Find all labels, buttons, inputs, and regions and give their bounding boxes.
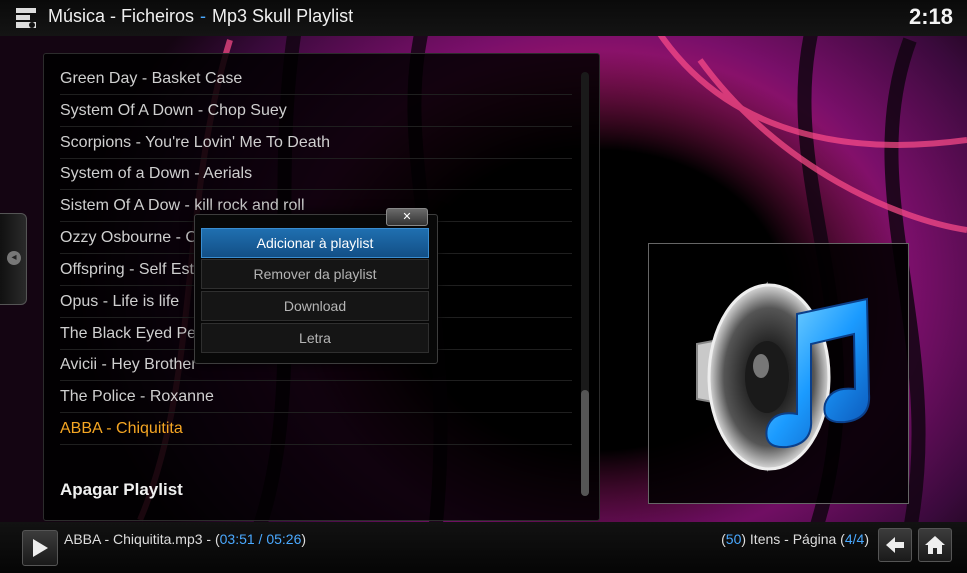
list-item[interactable]: Scorpions - You're Lovin' Me To Death [60, 127, 572, 159]
clear-playlist-button[interactable]: Apagar Playlist [60, 480, 183, 500]
download-button[interactable]: Download [201, 291, 429, 321]
now-playing-filename: ABBA - Chiquitita.mp3 - ( [64, 531, 220, 547]
time-separator: / [254, 531, 267, 547]
breadcrumb: Música - Ficheiros - Mp3 Skull Playlist [48, 6, 353, 27]
list-item-now-playing[interactable]: ABBA - Chiquitita [60, 413, 572, 445]
album-thumbnail [648, 243, 909, 504]
list-item[interactable]: Green Day - Basket Case [60, 63, 572, 95]
list-item[interactable]: System Of A Down - Chop Suey [60, 95, 572, 127]
item-count-info: (50) Itens - Página (4/4) [721, 531, 869, 547]
home-button[interactable] [918, 528, 952, 562]
scrollbar[interactable] [581, 72, 589, 496]
clock: 2:18 [908, 4, 953, 29]
header-bar: Música - Ficheiros - Mp3 Skull Playlist 2:… [0, 0, 967, 36]
now-playing-info: ABBA - Chiquitita.mp3 - (03:51 / 05:26) [64, 531, 306, 547]
add-to-playlist-button[interactable]: Adicionar à playlist [201, 228, 429, 258]
count-label: ) Itens - Página ( [741, 531, 845, 547]
play-button[interactable] [22, 530, 58, 566]
back-arrow-icon [886, 537, 904, 553]
side-menu-arrow-icon: ◂ [7, 251, 21, 265]
count-close: ) [864, 531, 869, 547]
app-logo-icon [16, 8, 36, 28]
remove-from-playlist-button[interactable]: Remover da playlist [201, 259, 429, 289]
list-item[interactable]: The Police - Roxanne [60, 381, 572, 413]
list-item[interactable]: System of a Down - Aerials [60, 158, 572, 190]
side-menu-tab[interactable]: ◂ [0, 213, 27, 305]
track-duration: 05:26 [266, 531, 302, 547]
home-icon [925, 536, 945, 554]
music-speaker-icon [696, 281, 871, 472]
footer-bar: ABBA - Chiquitita.mp3 - (03:51 / 05:26 ) … [0, 522, 967, 573]
close-button[interactable]: ✕ [386, 208, 428, 226]
elapsed-time: 03:51 [219, 531, 255, 547]
breadcrumb-section: Música - Ficheiros [48, 6, 195, 26]
page-indicator: 4/4 [844, 531, 865, 547]
context-menu: ✕ Adicionar à playlist Remover da playli… [194, 208, 438, 364]
close-paren: ) [301, 531, 307, 547]
play-icon [33, 539, 48, 557]
breadcrumb-subsection: Mp3 Skull Playlist [212, 6, 354, 26]
scrollbar-thumb[interactable] [581, 390, 589, 496]
breadcrumb-separator: - [200, 6, 207, 26]
item-count: 50 [725, 531, 742, 547]
lyrics-button[interactable]: Letra [201, 323, 429, 353]
back-button[interactable] [878, 528, 912, 562]
